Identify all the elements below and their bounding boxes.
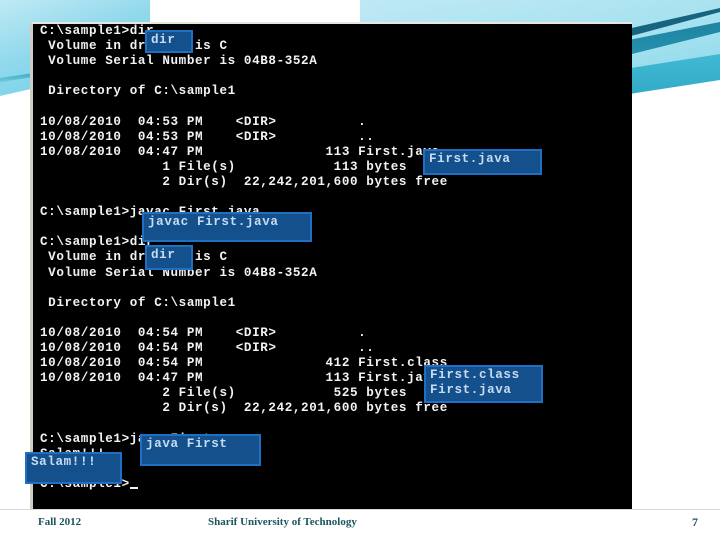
highlight-first-java-1: First.java xyxy=(423,149,542,175)
command-prompt-output: C:\sample1>dir Volume in drive C is C Vo… xyxy=(34,24,630,510)
highlight-dir-command-1: dir xyxy=(145,30,193,53)
console-line: Directory of C:\sample1 xyxy=(40,295,236,310)
highlight-javac-command: javac First.java xyxy=(142,212,312,242)
console-line: Directory of C:\sample1 xyxy=(40,84,236,99)
console-line: 10/08/2010 04:54 PM <DIR> .. xyxy=(40,340,375,355)
console-line: Volume in drive C is C xyxy=(40,39,228,54)
console-cursor xyxy=(129,486,138,489)
console-line: C:\sample1>javac First.java xyxy=(40,205,260,220)
highlight-output-files: First.class First.java xyxy=(424,365,543,403)
console-line: C:\sample1>java First xyxy=(40,431,212,446)
highlight-dir-command-2: dir xyxy=(145,245,193,270)
footer-term-label: Fall 2012 xyxy=(38,516,82,528)
slide-footer: Fall 2012 Sharif University of Technolog… xyxy=(0,509,720,540)
highlight-program-output: Salam!!! xyxy=(25,452,122,484)
highlight-java-command: java First xyxy=(140,434,261,466)
console-line: 10/08/2010 04:53 PM <DIR> .. xyxy=(40,129,375,144)
console-line: Salam!!! xyxy=(34,447,630,462)
console-line: Volume in drive C is C xyxy=(40,250,228,265)
console-line: Volume Serial Number is 04B8-352A xyxy=(40,54,318,69)
console-line: 10/08/2010 04:54 PM <DIR> . xyxy=(40,325,367,340)
console-line: C:\sample1>dir xyxy=(40,235,155,250)
footer-page-number: 7 xyxy=(692,515,698,529)
console-line: C:\sample1>dir xyxy=(40,24,155,38)
console-line: Volume Serial Number is 04B8-352A xyxy=(40,265,318,280)
console-line: 10/08/2010 04:53 PM <DIR> . xyxy=(40,114,367,129)
console-line: C:\sample1> xyxy=(34,477,630,492)
console-line: 2 Dir(s) 22,242,201,600 bytes free xyxy=(40,174,448,189)
console-line: 2 Dir(s) 22,242,201,600 bytes free xyxy=(40,401,448,416)
footer-institution-name: Sharif University of Technology xyxy=(208,516,357,528)
